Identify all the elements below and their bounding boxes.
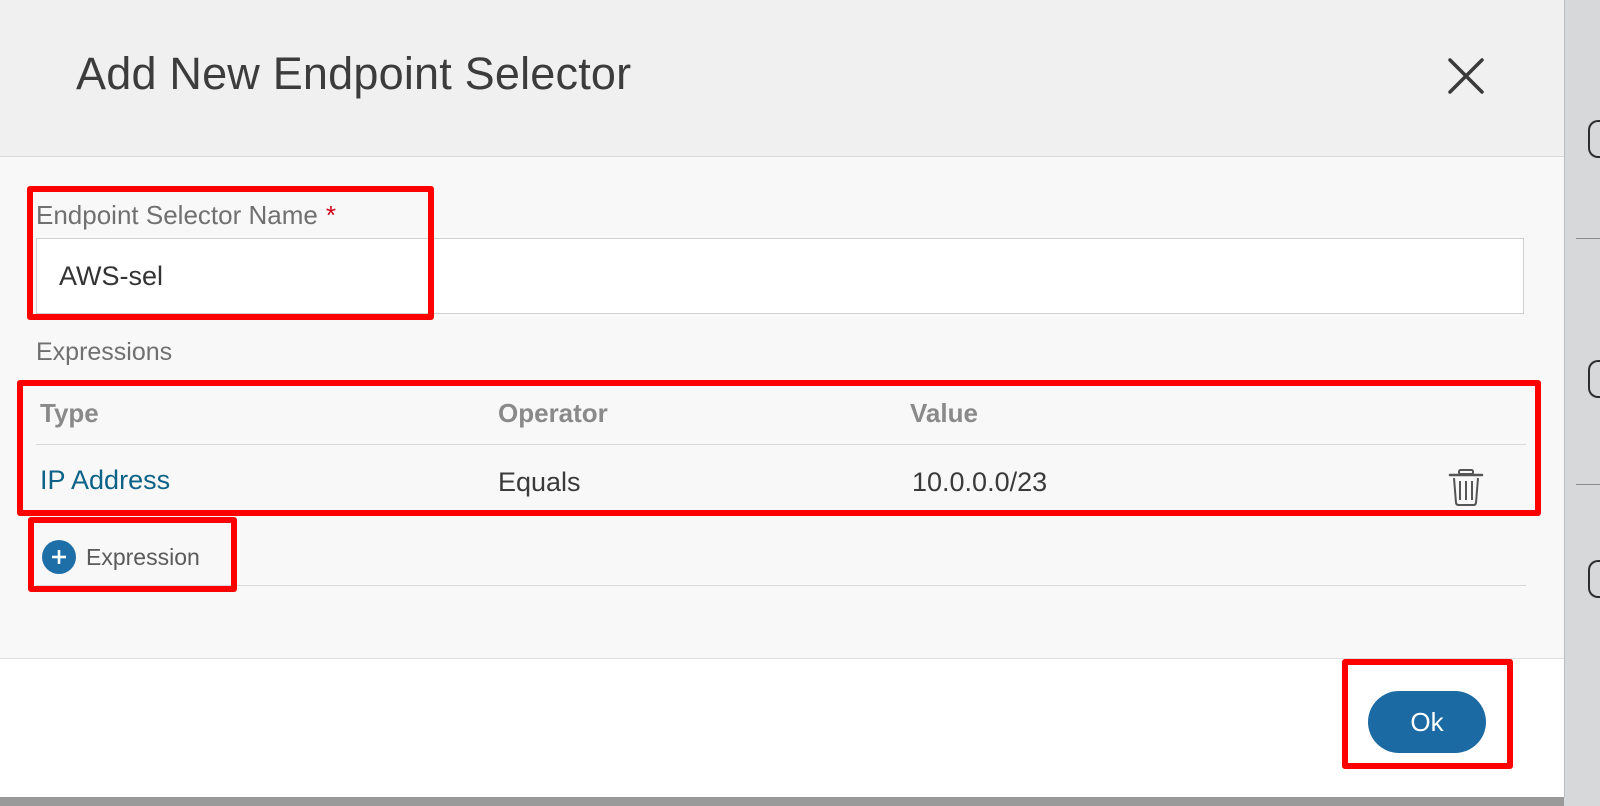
column-header-type: Type (40, 398, 99, 428)
ok-button[interactable]: Ok (1368, 691, 1486, 753)
add-expression-button[interactable]: Expression (42, 540, 200, 574)
add-expression-label: Expression (86, 543, 200, 570)
close-icon[interactable] (1442, 52, 1490, 100)
expression-row: IP Address Equals 10.0.0.0/23 (36, 445, 1526, 515)
edge-line (1576, 484, 1600, 485)
column-header-operator: Operator (498, 398, 608, 428)
endpoint-selector-name-label: Endpoint Selector Name * (36, 200, 336, 231)
plus-glyph (52, 550, 66, 564)
required-asterisk: * (325, 200, 336, 230)
add-endpoint-selector-dialog: Add New Endpoint Selector Endpoint Selec… (0, 0, 1565, 797)
expression-type-link[interactable]: IP Address (40, 465, 170, 496)
edge-mark (1588, 560, 1600, 598)
edge-mark (1588, 360, 1600, 398)
column-header-value: Value (910, 398, 978, 428)
expression-operator: Equals (498, 467, 581, 497)
field-label-text: Endpoint Selector Name (36, 200, 318, 230)
trash-icon[interactable] (1446, 467, 1486, 507)
expression-value: 10.0.0.0/23 (912, 467, 1048, 497)
dialog-title: Add New Endpoint Selector (76, 48, 632, 99)
expressions-table-header: Type Operator Value (36, 386, 1526, 445)
endpoint-selector-name-input[interactable] (36, 238, 1524, 314)
divider (36, 585, 1526, 586)
edge-mark (1588, 120, 1600, 158)
background-page-edge (1564, 0, 1600, 806)
dialog-footer: Ok (0, 658, 1564, 797)
expressions-section-label: Expressions (36, 338, 173, 366)
edge-line (1576, 238, 1600, 239)
plus-circle-icon (42, 540, 76, 574)
dialog-header: Add New Endpoint Selector (0, 0, 1564, 157)
